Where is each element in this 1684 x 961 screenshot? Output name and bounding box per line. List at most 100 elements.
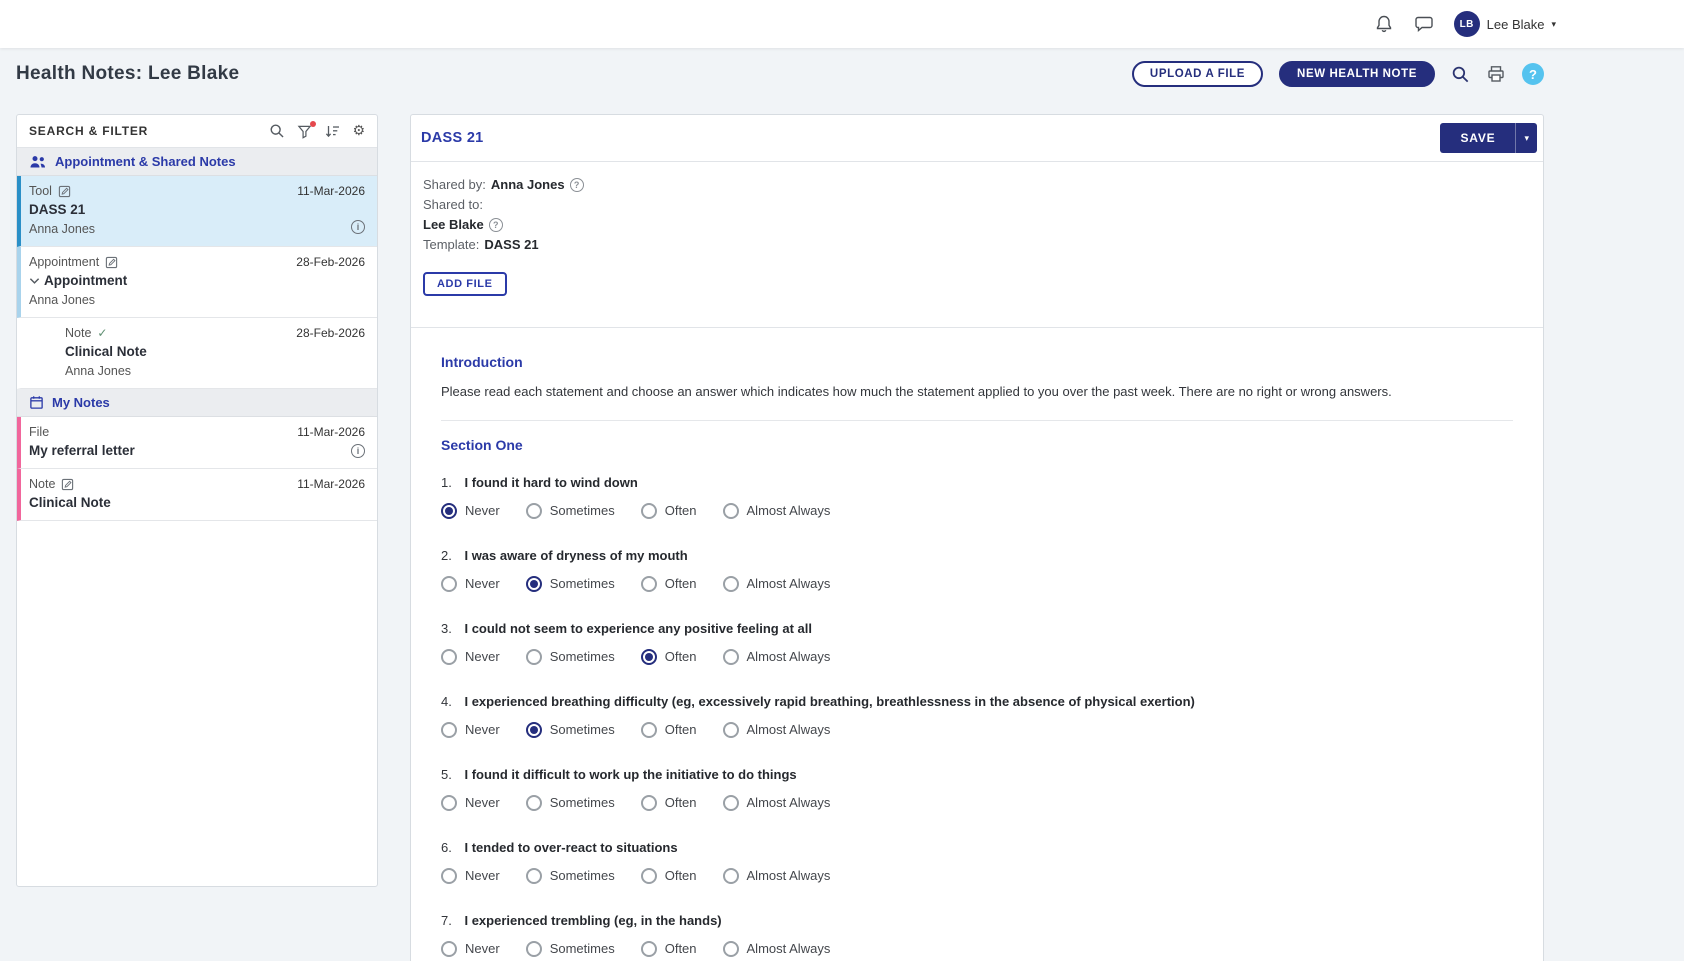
radio-option[interactable]: Never <box>441 795 500 811</box>
radio-button[interactable] <box>526 649 542 665</box>
radio-option[interactable]: Sometimes <box>526 722 615 738</box>
radio-option[interactable]: Often <box>641 941 697 957</box>
new-health-note-button[interactable]: NEW HEALTH NOTE <box>1279 61 1435 87</box>
radio-option[interactable]: Almost Always <box>723 503 831 519</box>
radio-label: Almost Always <box>747 795 831 810</box>
section-label: My Notes <box>52 395 110 410</box>
radio-button[interactable] <box>641 795 657 811</box>
note-item-clinical-note-shared[interactable]: Note ✓ 28-Feb-2026 Clinical Note Anna Jo… <box>17 318 377 389</box>
radio-button[interactable] <box>526 503 542 519</box>
messages-chat-icon[interactable] <box>1414 14 1434 34</box>
save-dropdown-caret[interactable]: ▾ <box>1515 123 1537 153</box>
radio-option[interactable]: Sometimes <box>526 795 615 811</box>
search-icon[interactable] <box>1451 65 1470 84</box>
radio-option[interactable]: Almost Always <box>723 576 831 592</box>
chevron-down-icon[interactable] <box>29 277 40 285</box>
radio-button-selected[interactable] <box>526 722 542 738</box>
divider <box>441 420 1513 421</box>
radio-button[interactable] <box>441 795 457 811</box>
radio-button[interactable] <box>723 576 739 592</box>
radio-option[interactable]: Almost Always <box>723 941 831 957</box>
filter-icon[interactable] <box>297 124 312 139</box>
notes-sidebar: SEARCH & FILTER <box>16 114 378 887</box>
add-file-button[interactable]: ADD FILE <box>423 272 507 296</box>
radio-option[interactable]: Sometimes <box>526 649 615 665</box>
radio-button[interactable] <box>641 576 657 592</box>
radio-option[interactable]: Often <box>641 503 697 519</box>
radio-button[interactable] <box>723 941 739 957</box>
note-meta: Shared by: Anna Jones ? Shared to: Lee B… <box>411 162 1543 254</box>
radio-button[interactable] <box>641 503 657 519</box>
radio-button[interactable] <box>641 941 657 957</box>
item-title: Clinical Note <box>65 344 365 359</box>
radio-button[interactable] <box>641 868 657 884</box>
help-icon[interactable]: ? <box>1522 63 1544 85</box>
upload-file-button[interactable]: UPLOAD A FILE <box>1132 61 1263 87</box>
save-button[interactable]: SAVE <box>1440 123 1515 153</box>
question-options: Never Sometimes Often Almost Always <box>441 795 1513 811</box>
radio-option[interactable]: Almost Always <box>723 722 831 738</box>
radio-button-selected[interactable] <box>441 503 457 519</box>
radio-option[interactable]: Sometimes <box>526 503 615 519</box>
radio-option[interactable]: Never <box>441 503 500 519</box>
radio-option[interactable]: Never <box>441 649 500 665</box>
check-icon: ✓ <box>97 326 107 340</box>
radio-button[interactable] <box>441 722 457 738</box>
question-options: Never Sometimes Often Almost Always <box>441 722 1513 738</box>
radio-button[interactable] <box>441 576 457 592</box>
radio-label: Almost Always <box>747 941 831 956</box>
info-icon[interactable]: i <box>351 220 365 234</box>
note-item-appointment[interactable]: Appointment 28-Feb-2026 Appointment <box>17 247 377 318</box>
radio-button[interactable] <box>526 795 542 811</box>
radio-button[interactable] <box>723 795 739 811</box>
radio-button[interactable] <box>441 649 457 665</box>
radio-option[interactable]: Never <box>441 941 500 957</box>
radio-option[interactable]: Almost Always <box>723 868 831 884</box>
notifications-bell-icon[interactable] <box>1374 14 1394 34</box>
radio-option[interactable]: Almost Always <box>723 795 831 811</box>
radio-option[interactable]: Often <box>641 649 697 665</box>
note-item-clinical-note-mine[interactable]: Note 11-Mar-2026 Clinical Note <box>17 469 377 521</box>
search-filter-header: SEARCH & FILTER <box>17 115 377 148</box>
note-item-my-referral-letter[interactable]: File 11-Mar-2026 My referral letter i <box>17 417 377 469</box>
radio-button[interactable] <box>723 649 739 665</box>
question-text: I was aware of dryness of my mouth <box>464 548 687 563</box>
section-my-notes[interactable]: My Notes <box>17 389 377 417</box>
radio-option[interactable]: Often <box>641 576 697 592</box>
radio-label: Almost Always <box>747 576 831 591</box>
radio-button-selected[interactable] <box>641 649 657 665</box>
radio-button[interactable] <box>441 941 457 957</box>
help-question-icon[interactable]: ? <box>489 218 503 232</box>
info-icon[interactable]: i <box>351 444 365 458</box>
radio-option[interactable]: Never <box>441 576 500 592</box>
help-question-icon[interactable]: ? <box>570 178 584 192</box>
print-icon[interactable] <box>1486 64 1506 84</box>
radio-option[interactable]: Sometimes <box>526 576 615 592</box>
radio-option[interactable]: Never <box>441 722 500 738</box>
radio-button[interactable] <box>526 941 542 957</box>
radio-option[interactable]: Often <box>641 868 697 884</box>
item-date: 28-Feb-2026 <box>296 255 365 269</box>
radio-option[interactable]: Often <box>641 722 697 738</box>
radio-button-selected[interactable] <box>526 576 542 592</box>
radio-option[interactable]: Sometimes <box>526 868 615 884</box>
item-date: 11-Mar-2026 <box>297 425 365 439</box>
sidebar-search-icon[interactable] <box>269 123 285 139</box>
radio-button[interactable] <box>723 868 739 884</box>
radio-button[interactable] <box>641 722 657 738</box>
radio-option[interactable]: Never <box>441 868 500 884</box>
settings-gear-icon[interactable]: ⚙ <box>352 124 365 138</box>
radio-button[interactable] <box>441 868 457 884</box>
radio-button[interactable] <box>526 868 542 884</box>
user-menu[interactable]: LB Lee Blake ▾ <box>1454 11 1556 37</box>
radio-option[interactable]: Sometimes <box>526 941 615 957</box>
radio-button[interactable] <box>723 503 739 519</box>
note-item-tool-dass21[interactable]: Tool 11-Mar-2026 DASS 21 Anna Jones i <box>17 176 377 247</box>
radio-option[interactable]: Often <box>641 795 697 811</box>
sort-icon[interactable] <box>324 123 340 139</box>
radio-option[interactable]: Almost Always <box>723 649 831 665</box>
edit-note-icon <box>61 478 74 491</box>
item-title: My referral letter <box>29 443 135 458</box>
radio-button[interactable] <box>723 722 739 738</box>
section-appointment-shared-notes[interactable]: Appointment & Shared Notes <box>17 148 377 176</box>
